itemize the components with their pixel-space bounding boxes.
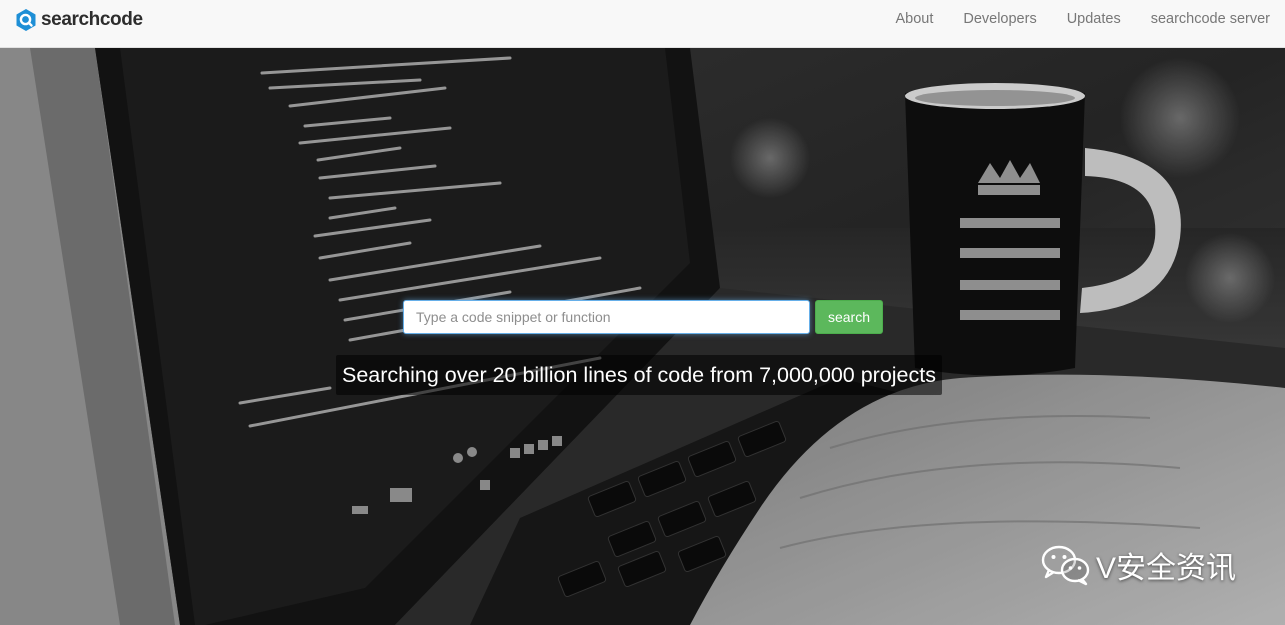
wechat-watermark: V安全资讯 <box>1040 543 1236 587</box>
nav-developers-link[interactable]: Developers <box>948 11 1051 27</box>
hero-section: search Searching over 20 billion lines o… <box>0 48 1285 625</box>
brand-home-link[interactable]: searchcode <box>15 8 143 32</box>
code-search-input[interactable] <box>403 300 810 334</box>
nav-searchcode-server-link[interactable]: searchcode server <box>1136 11 1285 27</box>
top-navbar: searchcode About Developers Updates sear… <box>0 0 1285 48</box>
searchcode-logo-icon <box>16 9 36 31</box>
hero-background-image <box>0 48 1285 625</box>
nav-about-link[interactable]: About <box>880 11 948 27</box>
nav-links: About Developers Updates searchcode serv… <box>880 0 1285 38</box>
watermark-text: V安全资讯 <box>1096 552 1237 585</box>
tagline-text: Searching over 20 billion lines of code … <box>336 355 942 395</box>
search-button[interactable]: search <box>815 300 883 334</box>
wechat-icon <box>1041 545 1090 586</box>
brand-name: searchcode <box>41 9 143 30</box>
nav-updates-link[interactable]: Updates <box>1052 11 1136 27</box>
